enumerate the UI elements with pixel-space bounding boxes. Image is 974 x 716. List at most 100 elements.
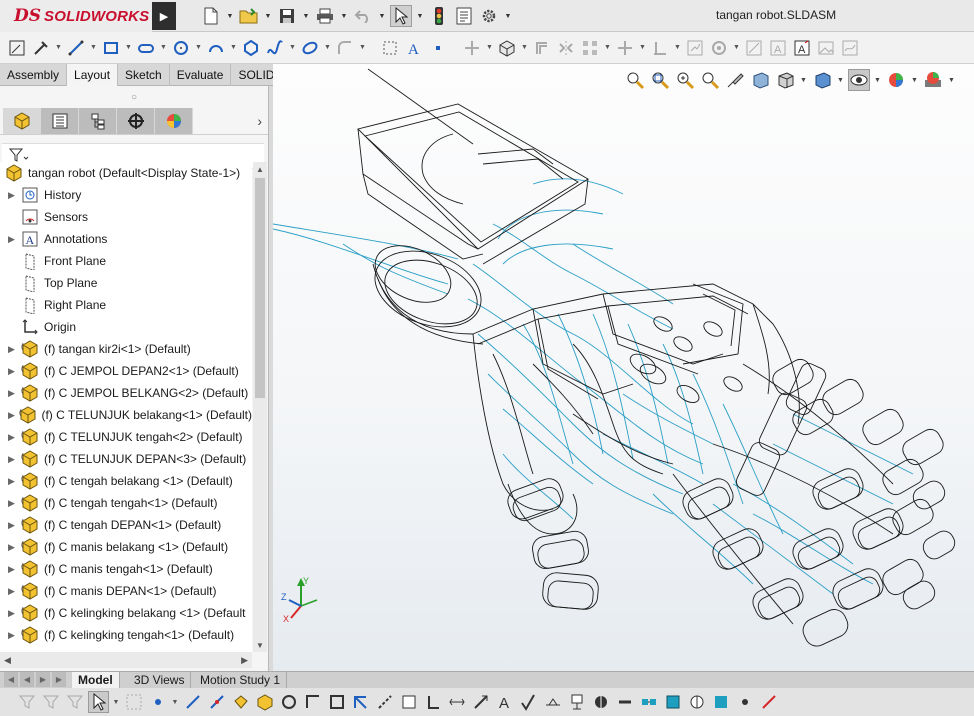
undo-icon[interactable] xyxy=(352,5,374,27)
configuration-manager-tab-icon[interactable] xyxy=(79,108,117,134)
point-snap-icon[interactable] xyxy=(147,691,168,713)
tree-item[interactable]: ▶((f) C manis belakang <1> (Default) xyxy=(0,536,252,558)
hole-select-icon[interactable] xyxy=(278,691,299,713)
print-icon[interactable] xyxy=(314,5,336,27)
expand-arrow-icon[interactable]: ▶ xyxy=(8,388,20,399)
tab-model[interactable]: Model xyxy=(72,672,120,688)
apply-scene-icon[interactable] xyxy=(922,69,944,91)
ellipse-icon[interactable] xyxy=(299,37,321,59)
mate-select-icon[interactable] xyxy=(638,691,659,713)
circle-dropdown-icon[interactable]: ▼ xyxy=(194,37,203,59)
graphics-area[interactable]: Y Z X xyxy=(273,64,974,671)
sketch-point-icon[interactable] xyxy=(398,691,419,713)
expand-arrow-icon[interactable]: ▶ xyxy=(8,234,20,245)
property-manager-tab-icon[interactable] xyxy=(41,108,79,134)
edit-sketch-icon[interactable] xyxy=(6,37,28,59)
select-dropdown-icon[interactable]: ▼ xyxy=(415,5,425,27)
filter-edges-icon[interactable] xyxy=(40,691,61,713)
spline-dropdown-icon[interactable]: ▼ xyxy=(288,37,297,59)
text-icon[interactable]: A xyxy=(403,37,425,59)
tree-item[interactable]: ▶((f) C kelingking tengah<1> (Default) xyxy=(0,624,252,646)
print-dropdown-icon[interactable]: ▼ xyxy=(339,5,349,27)
edit-appearance-icon[interactable] xyxy=(885,69,907,91)
instant2d-icon[interactable]: A xyxy=(767,37,789,59)
slot-icon[interactable] xyxy=(135,37,157,59)
tree-item[interactable]: Top Plane xyxy=(0,272,252,294)
tab-layout[interactable]: Layout xyxy=(67,64,119,86)
select-arrow-icon[interactable] xyxy=(390,5,412,27)
smart-dimension-icon[interactable] xyxy=(30,37,52,59)
undo-dropdown-icon[interactable]: ▼ xyxy=(377,5,387,27)
make-block-icon[interactable] xyxy=(496,37,518,59)
options-dropdown-icon[interactable]: ▼ xyxy=(503,5,513,27)
tree-item[interactable]: ▶((f) C TELUNJUK tengah<2> (Default) xyxy=(0,426,252,448)
tree-item[interactable]: Origin xyxy=(0,316,252,338)
view-orientation-icon[interactable] xyxy=(749,69,771,91)
scene-dropdown-icon[interactable]: ▼ xyxy=(947,69,956,91)
tree-item[interactable]: Sensors xyxy=(0,206,252,228)
save-dropdown-icon[interactable]: ▼ xyxy=(301,5,311,27)
rectangle-dropdown-icon[interactable]: ▼ xyxy=(124,37,133,59)
panel-grip[interactable]: ○ xyxy=(0,86,268,108)
arc-dropdown-icon[interactable]: ▼ xyxy=(229,37,238,59)
tree-item[interactable]: ▶((f) C tengah belakang <1> (Default) xyxy=(0,470,252,492)
box-select-icon[interactable] xyxy=(123,691,144,713)
prev-tab-arrow[interactable]: ◀ xyxy=(20,672,34,687)
expand-arrow-icon[interactable]: ▶ xyxy=(8,190,20,201)
tree-item[interactable]: ▶((f) C JEMPOL BELKANG<2> (Default) xyxy=(0,382,252,404)
relations-icon[interactable] xyxy=(649,37,671,59)
ellipse-dropdown-icon[interactable]: ▼ xyxy=(323,37,332,59)
expand-arrow-icon[interactable]: ▶ xyxy=(8,476,20,487)
scroll-up-arrow[interactable]: ▲ xyxy=(253,162,267,176)
first-tab-arrow[interactable]: ◀ xyxy=(4,672,18,687)
face-select-icon[interactable] xyxy=(230,691,251,713)
surface-finish-icon[interactable] xyxy=(518,691,539,713)
routing-select-icon[interactable] xyxy=(734,691,755,713)
appearance-dropdown-icon[interactable]: ▼ xyxy=(910,69,919,91)
tree-item[interactable]: ▶((f) C JEMPOL DEPAN2<1> (Default) xyxy=(0,360,252,382)
trim-dropdown-icon[interactable]: ▼ xyxy=(485,37,494,59)
construction-geometry-icon[interactable] xyxy=(379,37,401,59)
slot-dropdown-icon[interactable]: ▼ xyxy=(159,37,168,59)
trim-icon[interactable] xyxy=(461,37,483,59)
view-select-icon[interactable] xyxy=(710,691,731,713)
previous-view-icon[interactable] xyxy=(674,69,696,91)
expand-arrow-icon[interactable]: ▶ xyxy=(8,608,20,619)
axis-select-icon[interactable] xyxy=(374,691,395,713)
tree-item[interactable]: ▶((f) C tengah DEPAN<1> (Default) xyxy=(0,514,252,536)
origin-select-icon[interactable] xyxy=(422,691,443,713)
expand-arrow-icon[interactable]: ▶ xyxy=(8,432,20,443)
manager-tabs-scroll-right[interactable]: › xyxy=(257,113,262,129)
pattern-icon[interactable] xyxy=(579,37,601,59)
section-view-icon[interactable] xyxy=(699,69,721,91)
zoom-to-fit-icon[interactable] xyxy=(624,69,646,91)
endpoint-snap-icon[interactable] xyxy=(182,691,203,713)
options-gear-icon[interactable] xyxy=(478,5,500,27)
scroll-thumb[interactable] xyxy=(255,178,265,398)
tree-item[interactable]: ▶((f) C TELUNJUK DEPAN<3> (Default) xyxy=(0,448,252,470)
last-tab-arrow[interactable]: ▶ xyxy=(52,672,66,687)
point-icon[interactable] xyxy=(427,37,449,59)
filter-faces-icon[interactable] xyxy=(16,691,37,713)
component-select-icon[interactable] xyxy=(254,691,275,713)
new-document-icon[interactable] xyxy=(200,5,222,27)
fillet-dropdown-icon[interactable]: ▼ xyxy=(358,37,367,59)
tree-item[interactable]: Front Plane xyxy=(0,250,252,272)
save-icon[interactable] xyxy=(276,5,298,27)
plane-select-icon[interactable] xyxy=(350,691,371,713)
sketch-picture-icon[interactable] xyxy=(815,37,837,59)
tree-item[interactable]: ▶ History xyxy=(0,184,252,206)
display-style-icon[interactable] xyxy=(774,69,796,91)
clear-filters-icon[interactable] xyxy=(758,691,779,713)
expand-arrow-icon[interactable]: ▶ xyxy=(8,498,20,509)
tab-motion-study-1[interactable]: Motion Study 1 xyxy=(194,672,288,688)
repair-sketch-icon[interactable] xyxy=(684,37,706,59)
scroll-left-arrow[interactable]: ◀ xyxy=(4,655,11,666)
line-dropdown-icon[interactable]: ▼ xyxy=(89,37,98,59)
expand-arrow-icon[interactable]: ▶ xyxy=(8,520,20,531)
vertex-select-icon[interactable] xyxy=(302,691,323,713)
polygon-icon[interactable] xyxy=(240,37,262,59)
display-manager-tab-icon[interactable] xyxy=(155,108,193,134)
eye-dropdown-icon[interactable]: ▼ xyxy=(873,69,882,91)
midpoint-snap-icon[interactable] xyxy=(206,691,227,713)
